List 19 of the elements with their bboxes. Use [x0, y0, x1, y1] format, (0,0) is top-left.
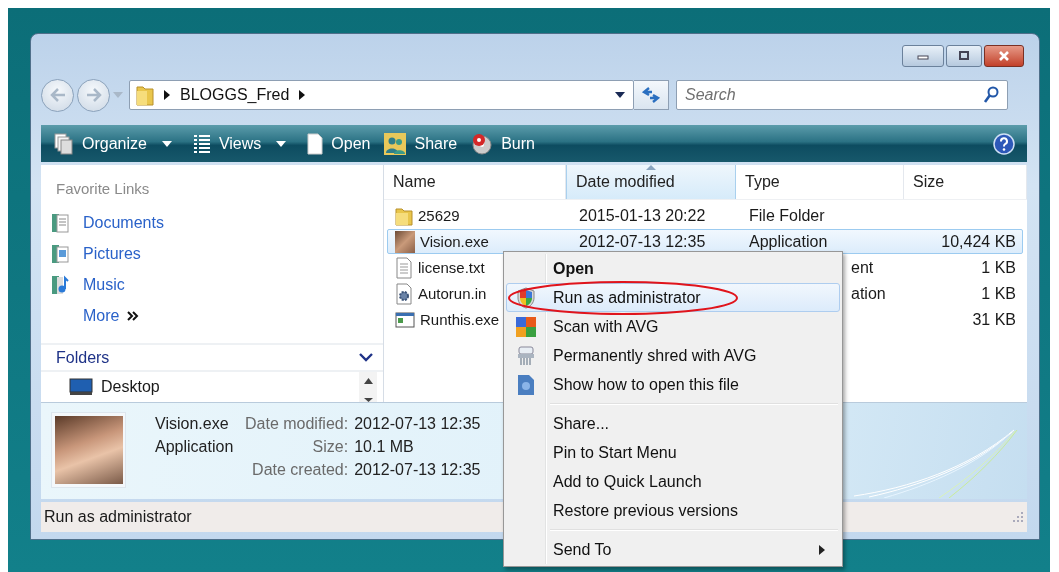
table-cell-text: 2012-07-13 12:35	[578, 232, 707, 251]
table-cell-text: 1 KB	[980, 258, 1017, 277]
table-cell-text: 2015-01-13 20:22	[578, 206, 707, 225]
detail-value: 2012-07-13 12:35	[354, 415, 481, 433]
table-cell-text: ation	[850, 284, 887, 303]
table-cell-text: ent	[850, 258, 875, 277]
detail-label: Size:	[311, 438, 349, 456]
detail-value: 2012-07-13 12:35	[354, 461, 481, 479]
status-text: Run as administrator	[44, 508, 192, 526]
table-cell-text: 31 KB	[971, 310, 1017, 329]
table-cell-text: 1 KB	[980, 284, 1017, 303]
detail-label: Date created:	[251, 461, 349, 479]
detail-label: Date modified:	[245, 415, 349, 433]
section-heading: Favorite Links	[56, 180, 151, 197]
table-cell-text: Application	[748, 232, 829, 251]
table-cell-text: 10,424 KB	[940, 232, 1017, 251]
detail-value: 10.1 MB	[354, 438, 415, 456]
file-type: Application	[155, 438, 235, 456]
table-cell-text: File Folder	[748, 206, 826, 225]
